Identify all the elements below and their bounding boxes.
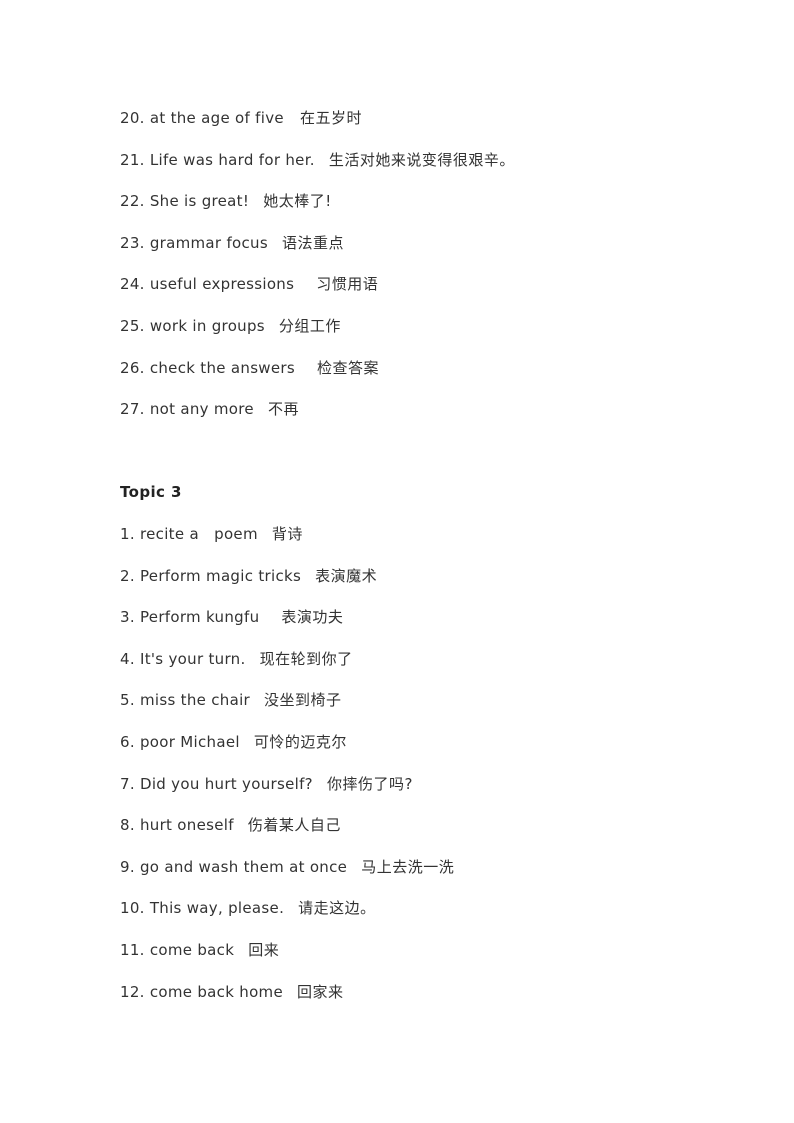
phrase-zh: 回家来 xyxy=(297,983,344,1001)
phrase-en: 21. Life was hard for her. xyxy=(120,151,315,169)
phrase-en: 5. miss the chair xyxy=(120,691,251,709)
list-item: 12. come back home 回家来 xyxy=(120,982,344,1002)
list-item: 22. She is great! 她太棒了! xyxy=(120,191,332,211)
phrase-zh: 没坐到椅子 xyxy=(264,691,342,709)
phrase-en: 6. poor Michael xyxy=(120,733,240,751)
phrase-en: 12. come back home xyxy=(120,983,283,1001)
phrase-en: 26. check the answers xyxy=(120,359,295,377)
list-item: 23. grammar focus 语法重点 xyxy=(120,233,344,253)
phrase-en: 24. useful expressions xyxy=(120,275,295,293)
list-item: 26. check the answers 检查答案 xyxy=(120,358,379,378)
phrase-zh: 伤着某人自己 xyxy=(247,816,341,834)
section-heading: Topic 3 xyxy=(120,483,182,501)
phrase-zh: 表演魔术 xyxy=(315,567,378,585)
phrase-zh: 马上去洗一洗 xyxy=(361,858,455,876)
phrase-en: 9. go and wash them at once xyxy=(120,858,348,876)
phrase-zh: 回来 xyxy=(248,941,280,959)
phrase-en: 27. not any more xyxy=(120,400,254,418)
list-item: 11. come back 回来 xyxy=(120,940,279,960)
list-item: 21. Life was hard for her. 生活对她来说变得很艰辛。 xyxy=(120,150,515,170)
list-item: 2. Perform magic tricks 表演魔术 xyxy=(120,566,377,586)
list-item: 27. not any more 不再 xyxy=(120,399,299,419)
phrase-zh: 在五岁时 xyxy=(299,109,362,127)
list-item: 20. at the age of five 在五岁时 xyxy=(120,108,362,128)
phrase-en: 8. hurt oneself xyxy=(120,816,234,834)
phrase-en: 2. Perform magic tricks xyxy=(120,567,302,585)
phrase-en: 11. come back xyxy=(120,941,235,959)
phrase-zh: 表演功夫 xyxy=(281,608,344,626)
phrase-zh: 你摔伤了吗? xyxy=(326,775,413,793)
phrase-en: 3. Perform kungfu xyxy=(120,608,260,626)
phrase-en: 23. grammar focus xyxy=(120,234,268,252)
phrase-en: 1. recite a poem xyxy=(120,525,258,543)
phrase-en: 4. It's your turn. xyxy=(120,650,246,668)
list-item: 3. Perform kungfu 表演功夫 xyxy=(120,607,343,627)
phrase-zh: 背诗 xyxy=(271,525,303,543)
phrase-en: 25. work in groups xyxy=(120,317,265,335)
phrase-zh: 可怜的迈克尔 xyxy=(253,733,347,751)
list-item: 8. hurt oneself 伤着某人自己 xyxy=(120,815,341,835)
phrase-zh: 现在轮到你了 xyxy=(259,650,353,668)
phrase-zh: 请走这边。 xyxy=(298,899,376,917)
list-item: 5. miss the chair 没坐到椅子 xyxy=(120,690,342,710)
phrase-en: 20. at the age of five xyxy=(120,109,284,127)
list-item: 10. This way, please. 请走这边。 xyxy=(120,898,376,918)
phrase-en: 10. This way, please. xyxy=(120,899,285,917)
list-item: 1. recite a poem 背诗 xyxy=(120,524,303,544)
phrase-zh: 生活对她来说变得很艰辛。 xyxy=(328,151,515,169)
list-item: 7. Did you hurt yourself? 你摔伤了吗? xyxy=(120,774,413,794)
phrase-zh: 不再 xyxy=(267,400,299,418)
phrase-zh: 检查答案 xyxy=(316,359,379,377)
list-item: 24. useful expressions 习惯用语 xyxy=(120,274,378,294)
list-item: 9. go and wash them at once 马上去洗一洗 xyxy=(120,857,454,877)
phrase-zh: 语法重点 xyxy=(281,234,344,252)
list-item: 25. work in groups 分组工作 xyxy=(120,316,341,336)
list-item: 4. It's your turn. 现在轮到你了 xyxy=(120,649,353,669)
phrase-en: 22. She is great! xyxy=(120,192,250,210)
list-item: 6. poor Michael 可怜的迈克尔 xyxy=(120,732,347,752)
phrase-zh: 她太棒了! xyxy=(263,192,332,210)
phrase-zh: 习惯用语 xyxy=(316,275,379,293)
phrase-zh: 分组工作 xyxy=(278,317,341,335)
phrase-en: 7. Did you hurt yourself? xyxy=(120,775,313,793)
